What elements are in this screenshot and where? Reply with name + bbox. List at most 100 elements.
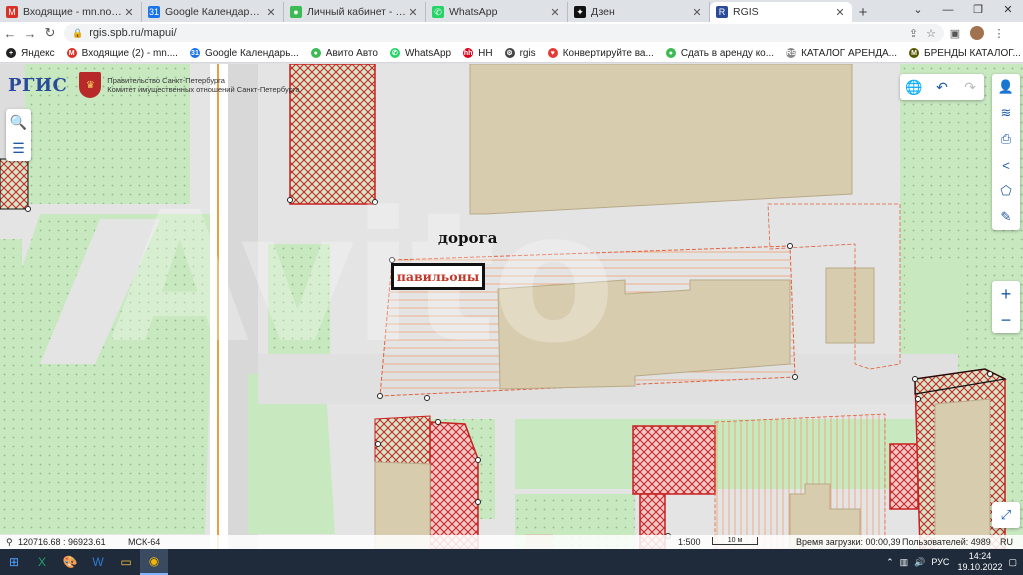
share-page-icon[interactable]: ⇪ <box>909 27 918 40</box>
top-toolbar: 🌐 ↶ ↷ <box>900 74 984 100</box>
bookmark-star-icon[interactable]: ☆ <box>926 27 936 40</box>
share-icon[interactable]: < <box>992 152 1020 178</box>
browser-tab[interactable]: ✆ WhatsApp ✕ <box>426 2 568 22</box>
crs-selector[interactable]: МСК-64 <box>128 537 160 547</box>
bookmark-item[interactable]: ✆ WhatsApp <box>389 47 452 59</box>
close-icon[interactable]: ✕ <box>123 6 135 19</box>
tab-strip: MВходящие - mn.nordwood@✕31Google Календ… <box>0 0 1023 22</box>
undo-icon[interactable]: ↶ <box>928 74 956 100</box>
minimize-icon[interactable]: — <box>933 0 963 20</box>
gov-line-2: Комитет имущественных отношений Санкт-Пе… <box>107 85 300 94</box>
browser-tab[interactable]: M Входящие - mn.nordwood@✕ <box>0 2 142 22</box>
bookmark-item[interactable]: M БРЕНДЫ КАТАЛОГ... <box>909 48 1021 59</box>
word-icon[interactable]: W <box>84 549 112 575</box>
close-icon[interactable]: ✕ <box>407 6 419 19</box>
close-icon[interactable]: ✕ <box>834 6 846 19</box>
bookmark-item[interactable]: ⚙ rgis <box>504 48 536 59</box>
files-icon[interactable]: ▭ <box>112 549 140 575</box>
rgis-icon: R <box>716 6 728 18</box>
volume-icon[interactable]: 🔊 <box>914 557 925 568</box>
map-view[interactable]: Avito РГИС ♛ Правительство Санкт-Петербу… <box>0 64 1023 549</box>
address-bar: ← → ↻ 🔒 rgis.spb.ru/mapui/ ⇪ ☆ ▣ ⋮ <box>0 22 1023 44</box>
bookmark-item[interactable]: hh HH <box>463 47 493 59</box>
user-icon[interactable]: 👤 <box>992 74 1020 100</box>
browser-tab[interactable]: ✦ Дзен ✕ <box>568 2 710 22</box>
avatar[interactable] <box>970 26 984 40</box>
taskbar-apps: ⊞ X 🎨 W ▭ ◉ <box>0 549 168 575</box>
map-status-bar: ⚲ 120716.68 : 96923.61 МСК-64 1:500 10 м… <box>0 535 1023 549</box>
url-field[interactable]: 🔒 rgis.spb.ru/mapui/ ⇪ ☆ <box>64 24 944 42</box>
bookmark-item[interactable]: ● Сдать в аренду ко... <box>665 48 774 59</box>
close-icon[interactable]: ✕ <box>549 6 561 19</box>
network-icon[interactable]: ▥ <box>900 557 909 568</box>
close-icon[interactable]: ✕ <box>691 6 703 19</box>
right-toolbar: 👤 ≋ ⎙ < ⬠ ✎ <box>992 74 1020 230</box>
bookmark-favicon-icon: M <box>909 48 920 58</box>
rgis-logo[interactable]: РГИС ♛ Правительство Санкт-Петербурга Ко… <box>8 72 300 98</box>
bookmark-label: Авито Авто <box>325 47 378 59</box>
zoom-out-button[interactable]: − <box>992 307 1020 333</box>
redo-icon[interactable]: ↷ <box>956 74 984 100</box>
gov-line-1: Правительство Санкт-Петербурга <box>107 76 225 85</box>
notification-icon[interactable]: ▢ <box>1008 557 1017 568</box>
tab-title: WhatsApp <box>449 6 498 18</box>
forward-icon[interactable]: → <box>20 26 40 41</box>
browser-tab[interactable]: R RGIS ✕ <box>710 2 852 22</box>
spb-emblem-icon: ♛ <box>79 72 102 98</box>
select-icon[interactable]: ⬠ <box>992 178 1020 204</box>
kebab-menu-icon[interactable]: ⋮ <box>988 27 1010 40</box>
edit-icon[interactable]: ✎ <box>992 204 1020 230</box>
print-icon[interactable]: ⎙ <box>992 126 1020 152</box>
fullscreen-button[interactable]: ⤢ <box>992 502 1020 528</box>
bookmark-favicon-icon: 31 <box>189 48 200 58</box>
bookmark-label: Яндекс <box>21 47 55 59</box>
bookmark-favicon-icon: RS <box>786 48 797 58</box>
bookmark-label: БРЕНДЫ КАТАЛОГ... <box>924 47 1021 59</box>
url-text: rgis.spb.ru/mapui/ <box>89 27 177 39</box>
bookmark-label: Конвертируйте ва... <box>562 47 654 59</box>
bookmark-label: WhatsApp <box>404 47 452 59</box>
gov-caption: Правительство Санкт-Петербурга Комитет и… <box>107 76 299 94</box>
scale-bar: 10 м <box>712 537 758 545</box>
bookmark-label: Google Календарь... <box>204 47 299 59</box>
bookmark-item[interactable]: ♥ Конвертируйте ва... <box>547 47 654 59</box>
tab-title: RGIS <box>733 6 759 18</box>
scale-label: 1:500 <box>678 537 701 547</box>
location-pin-icon: ⚲ <box>6 536 13 547</box>
close-window-icon[interactable]: ✕ <box>993 0 1023 20</box>
tray-chevron-icon[interactable]: ⌃ <box>886 557 894 568</box>
clock-time: 14:24 <box>968 551 992 561</box>
paint-icon[interactable]: 🎨 <box>56 549 84 575</box>
excel-icon[interactable]: X <box>28 549 56 575</box>
reload-icon[interactable]: ↻ <box>40 25 60 41</box>
close-icon[interactable]: ✕ <box>265 6 277 19</box>
clock-date: 19.10.2022 <box>957 562 1003 572</box>
bookmark-item[interactable]: ● Авито Авто <box>310 47 378 59</box>
layers-icon[interactable]: ≋ <box>992 100 1020 126</box>
bookmark-item[interactable]: M Входящие (2) - mn.... <box>66 48 178 59</box>
tab-search-icon[interactable]: ⌄ <box>903 0 933 20</box>
globe-icon[interactable]: 🌐 <box>900 74 928 100</box>
chrome-icon[interactable]: ◉ <box>140 549 168 575</box>
bookmark-item[interactable]: 31 Google Календарь... <box>189 47 299 59</box>
bookmark-item[interactable]: RS КАТАЛОГ АРЕНДА... <box>786 48 897 59</box>
browser-tab[interactable]: 31 Google Календарь - январь✕ <box>142 2 284 22</box>
new-tab-button[interactable]: + <box>852 2 874 22</box>
pavilions-label: павильоны <box>391 263 485 290</box>
maximize-icon[interactable]: ❐ <box>963 0 993 20</box>
menu-icon[interactable]: ☰ <box>6 135 31 161</box>
tab-title: Дзен <box>591 6 615 18</box>
clock[interactable]: 14:24 19.10.2022 <box>957 551 1002 573</box>
bookmark-label: HH <box>478 47 493 59</box>
input-language[interactable]: РУС <box>931 557 949 567</box>
search-icon[interactable]: 🔍 <box>6 109 31 135</box>
load-time: Время загрузки: 00:00,39 <box>796 537 901 547</box>
browser-tab[interactable]: ● Личный кабинет - Мои объя✕ <box>284 2 426 22</box>
extension-icon[interactable]: ▣ <box>944 27 966 40</box>
bookmark-item[interactable]: + Яндекс <box>6 48 55 59</box>
dzen-icon: ✦ <box>574 6 586 18</box>
back-icon[interactable]: ← <box>0 26 20 41</box>
start-icon[interactable]: ⊞ <box>0 549 28 575</box>
language-label[interactable]: RU <box>1000 537 1013 547</box>
zoom-in-button[interactable]: + <box>992 281 1020 307</box>
